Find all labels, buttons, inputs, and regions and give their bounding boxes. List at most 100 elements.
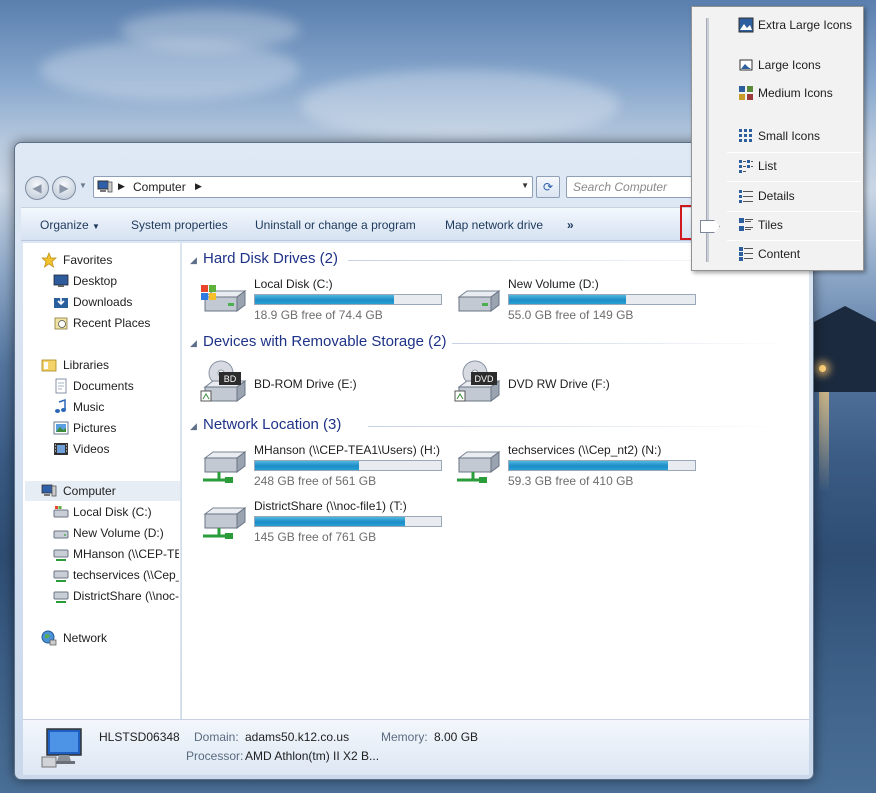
menu-item-large-icons[interactable]: Large Icons (728, 53, 860, 77)
menu-item-label: List (758, 159, 777, 173)
chevron-right-icon[interactable]: ▶ (118, 181, 125, 192)
more-commands-button[interactable]: » (567, 218, 574, 232)
menu-item-small-icons[interactable]: Small Icons (728, 124, 860, 148)
address-bar[interactable]: ▶ Computer ▶ ▼ (93, 176, 533, 198)
views-menu: Extra Large Icons Large Icons Medium Ico… (691, 6, 864, 271)
memory-label: Memory: (381, 730, 428, 744)
drive-name-f: DVD RW Drive (F:) (508, 377, 610, 391)
recent-places-icon (54, 317, 68, 330)
address-path-computer[interactable]: Computer (133, 180, 186, 194)
map-network-drive-button[interactable]: Map network drive (445, 218, 543, 232)
memory-value: 8.00 GB (434, 730, 479, 744)
chevron-right-icon[interactable]: ▶ (195, 181, 202, 192)
menu-item-details[interactable]: Details (728, 184, 860, 208)
dvd-label: DVD (474, 374, 494, 384)
content-pane: ◢ Hard Disk Drives (2) Local Disk (C:) 1… (182, 243, 809, 719)
drive-usage-fill-h (255, 461, 359, 470)
organize-button[interactable]: Organize ▼ (40, 218, 100, 232)
computer-icon (97, 180, 113, 193)
nav-pictures[interactable]: Pictures (73, 421, 116, 435)
drive-free-t: 145 GB free of 761 GB (254, 530, 377, 544)
extra-large-icons-icon (738, 17, 754, 33)
domain-label: Domain: (194, 730, 239, 744)
group-divider (368, 426, 788, 427)
chevron-down-icon[interactable]: ▼ (521, 181, 529, 190)
search-input[interactable]: Search Computer (566, 176, 696, 198)
nav-local-disk-c[interactable]: Local Disk (C:) (73, 505, 179, 519)
system-properties-button[interactable]: System properties (131, 218, 228, 232)
drive-name-t: DistrictShare (\\noc-file1) (T:) (254, 499, 407, 513)
address-row: ◀ ▶ ▼ ▶ Computer ▶ ▼ ⟳ Search Computer (23, 175, 805, 201)
nav-mhanson-h[interactable]: MHanson (\\CEP-TEA1\Users) (H:) (73, 547, 179, 561)
drive-usage-bar-t (254, 516, 442, 527)
view-slider-thumb[interactable] (700, 220, 720, 233)
nav-network[interactable]: Network (63, 631, 107, 645)
drive-free-c: 18.9 GB free of 74.4 GB (254, 308, 383, 322)
drive-usage-fill-n (509, 461, 669, 470)
drive-free-d: 55.0 GB free of 149 GB (508, 308, 634, 322)
list-view-icon (739, 160, 753, 173)
menu-item-medium-icons[interactable]: Medium Icons (728, 81, 860, 105)
small-icons-icon (739, 129, 752, 142)
nav-districtshare-t[interactable]: DistrictShare (\\noc-file1) (T:) (73, 589, 179, 603)
menu-item-label: Small Icons (758, 129, 821, 143)
wallpaper-house (814, 306, 876, 392)
drive-usage-fill-d (509, 295, 627, 304)
uninstall-program-button[interactable]: Uninstall or change a program (255, 218, 416, 232)
collapse-arrow-icon[interactable]: ◢ (190, 255, 197, 266)
videos-icon (54, 443, 68, 455)
nav-favorites[interactable]: Favorites (63, 253, 112, 267)
nav-music[interactable]: Music (73, 400, 104, 414)
documents-icon (55, 378, 67, 394)
navigation-pane: Favorites Desktop Downloads Recent Place… (23, 243, 181, 719)
collapse-arrow-icon[interactable]: ◢ (190, 338, 197, 349)
group-divider (452, 343, 788, 344)
wallpaper-reflection (819, 392, 829, 492)
content-view-icon (739, 247, 753, 261)
nav-techservices-n[interactable]: techservices (\\Cep_nt2) (N:) (73, 568, 179, 582)
nav-documents[interactable]: Documents (73, 379, 134, 393)
menu-separator (727, 211, 861, 212)
forward-button[interactable]: ▶ (52, 176, 76, 200)
nav-libraries[interactable]: Libraries (63, 358, 109, 372)
menu-item-extra-large-icons[interactable]: Extra Large Icons (728, 13, 860, 37)
menu-item-list[interactable]: List (728, 154, 860, 178)
drive-usage-fill-t (255, 517, 406, 526)
menu-item-tiles-selected[interactable]: Tiles (728, 213, 860, 237)
nav-videos[interactable]: Videos (73, 442, 109, 456)
network-drive-icon (53, 591, 69, 603)
drive-name-c: Local Disk (C:) (254, 277, 333, 291)
medium-icons-icon (739, 86, 753, 100)
back-button[interactable]: ◀ (25, 176, 49, 200)
computer-icon (41, 484, 57, 497)
tiles-view-icon (739, 218, 753, 231)
nav-desktop[interactable]: Desktop (73, 274, 117, 288)
menu-item-label: Extra Large Icons (758, 18, 853, 32)
recent-pages-dropdown-icon[interactable]: ▼ (79, 181, 87, 190)
group-header-removable[interactable]: Devices with Removable Storage (2) (203, 333, 446, 350)
hard-drive-icon (53, 530, 69, 539)
details-view-icon (739, 190, 753, 203)
drive-name-d: New Volume (D:) (508, 277, 599, 291)
nav-recent-places[interactable]: Recent Places (73, 316, 150, 330)
nav-computer[interactable]: Computer (63, 484, 116, 498)
nav-new-volume-d[interactable]: New Volume (D:) (73, 526, 179, 540)
drive-usage-fill-c (255, 295, 394, 304)
refresh-button[interactable]: ⟳ (536, 176, 560, 198)
dvd-rw-drive-icon: DVD (454, 360, 501, 402)
windows-drive-icon (53, 506, 69, 518)
chevron-down-icon: ▼ (92, 222, 100, 231)
pictures-icon (53, 421, 69, 435)
drive-name-n: techservices (\\Cep_nt2) (N:) (508, 443, 662, 457)
downloads-icon (54, 296, 68, 308)
group-header-hard-disks[interactable]: Hard Disk Drives (2) (203, 250, 338, 267)
menu-item-content[interactable]: Content (728, 242, 860, 266)
nav-downloads[interactable]: Downloads (73, 295, 132, 309)
drive-usage-bar-c (254, 294, 442, 305)
collapse-arrow-icon[interactable]: ◢ (190, 421, 197, 432)
favorites-star-icon (41, 252, 57, 268)
menu-separator (727, 240, 861, 241)
group-header-network[interactable]: Network Location (3) (203, 416, 341, 433)
hard-drive-icon (457, 290, 501, 312)
menu-item-label: Tiles (758, 218, 783, 232)
